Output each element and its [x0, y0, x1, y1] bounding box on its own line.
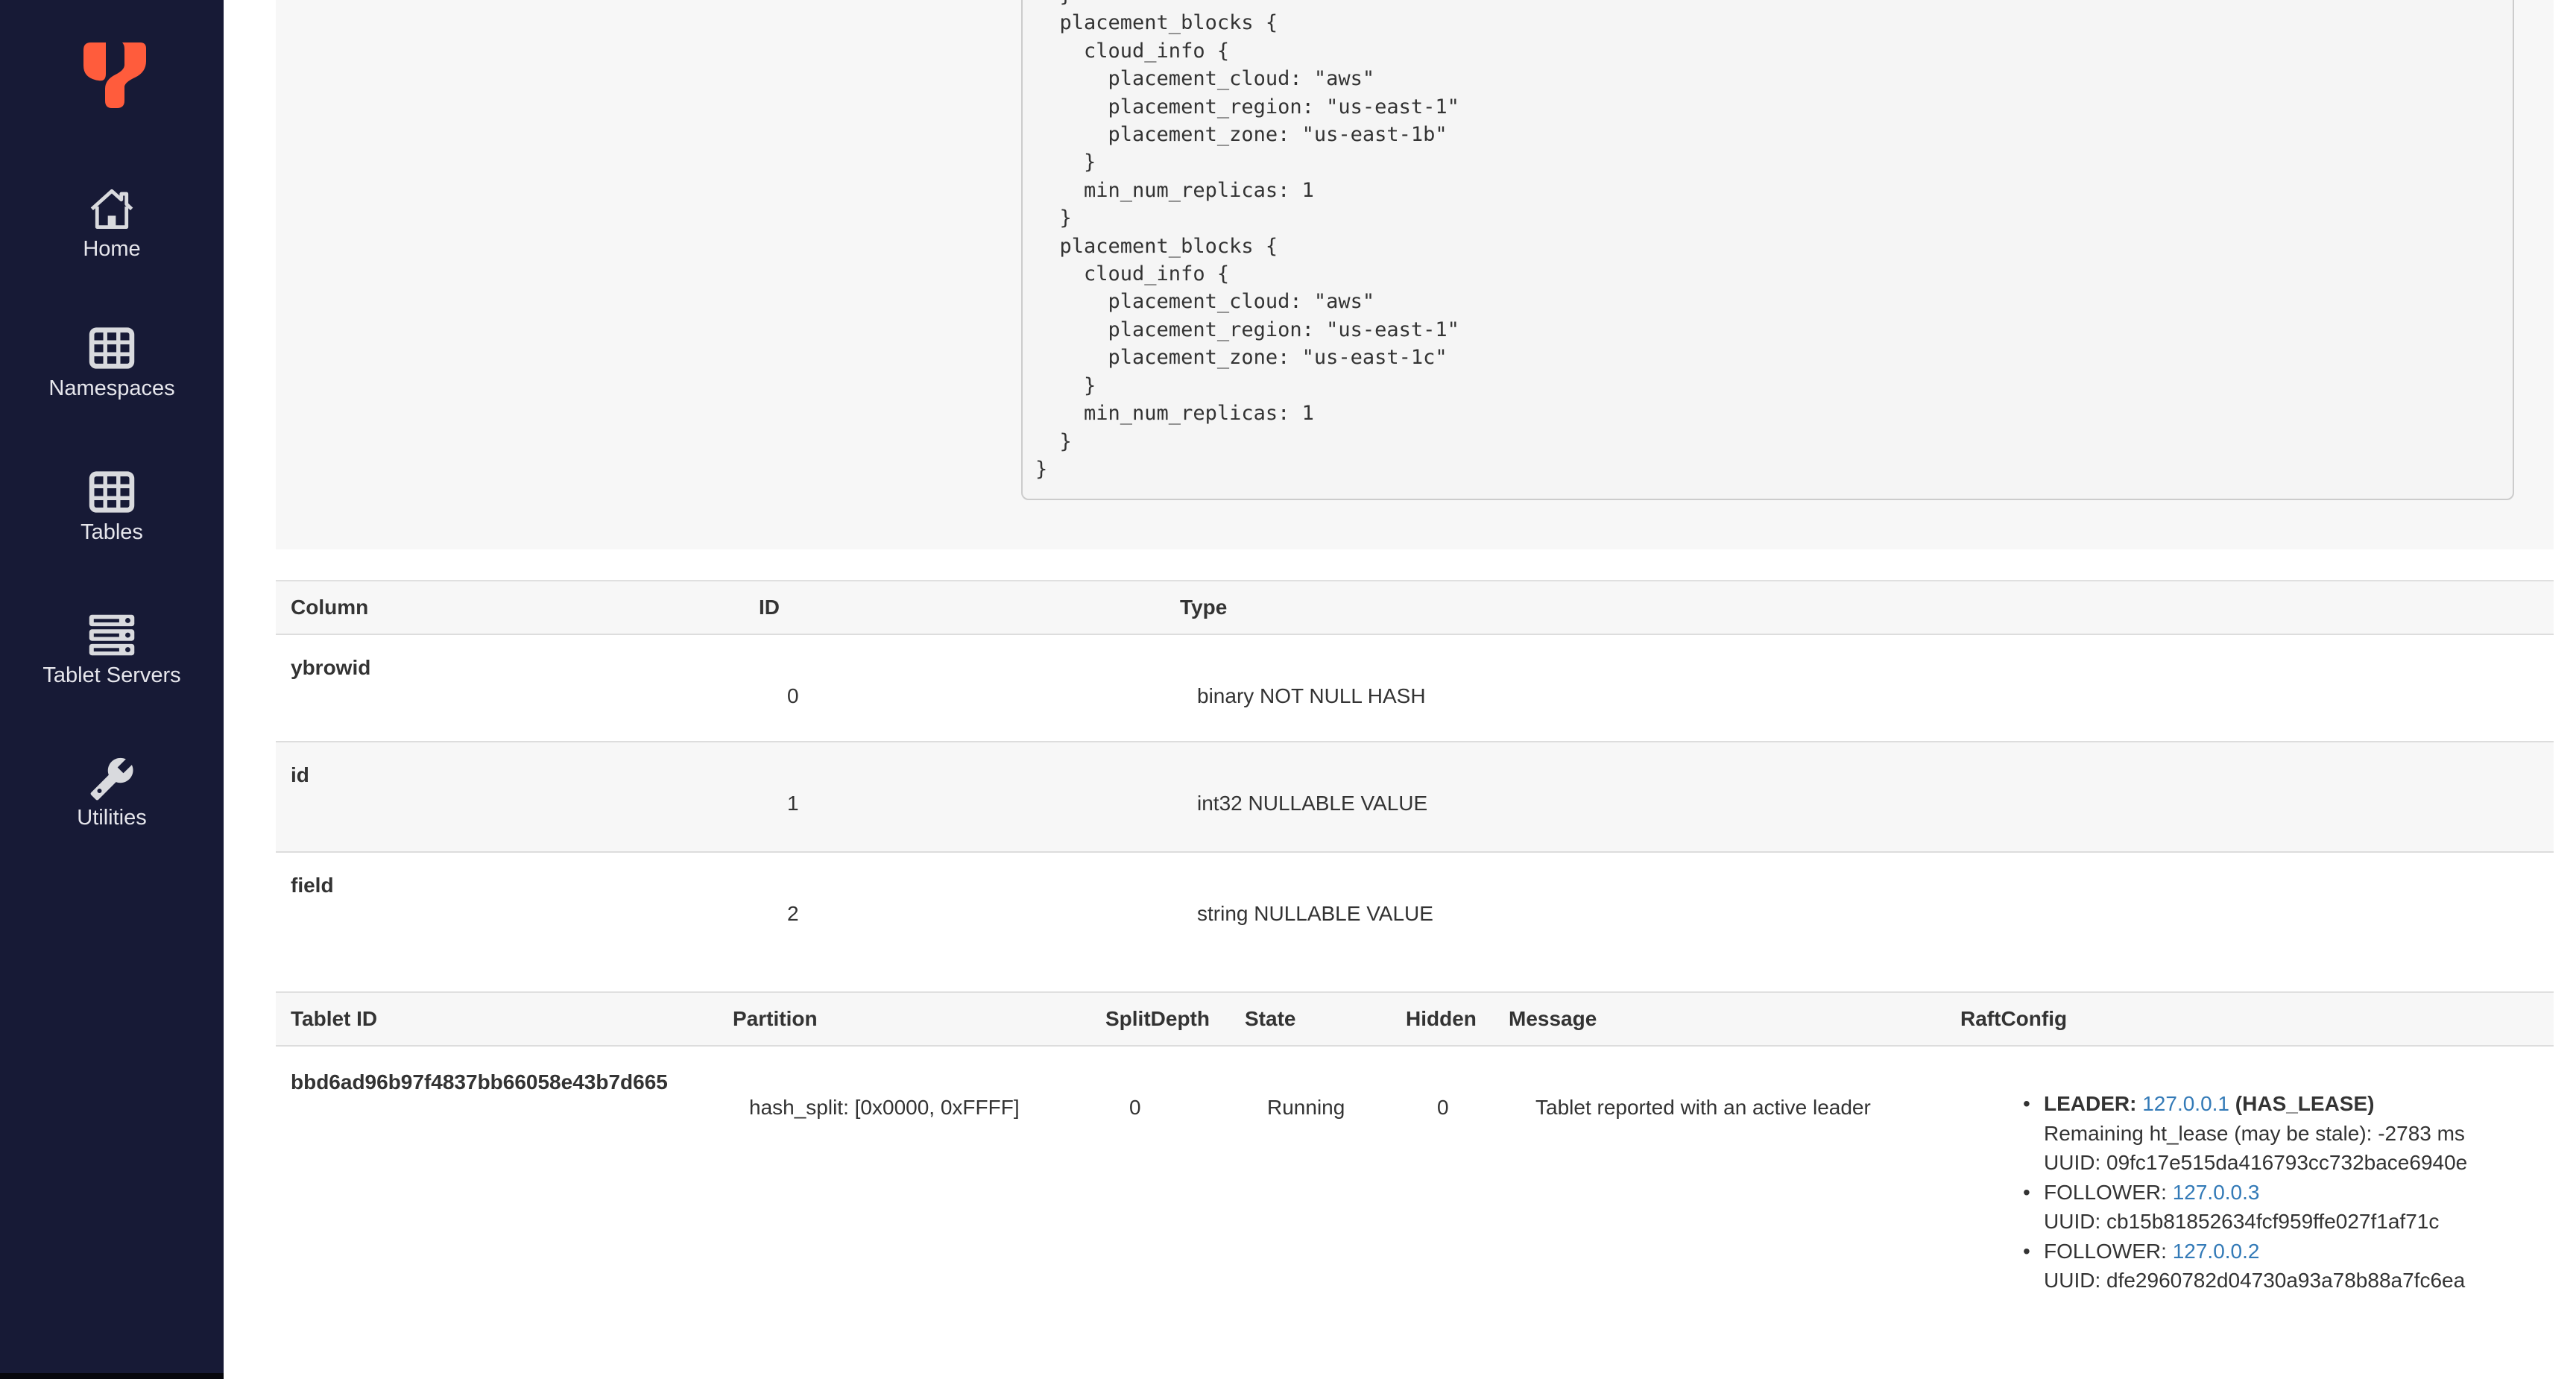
hidden-value: 0 [1437, 1096, 1449, 1119]
state-value: Running [1267, 1096, 1345, 1119]
yugabytedb-master-ui: Home Namespaces Tables Tablet Servers Ut… [0, 0, 2576, 1379]
tablets-table-header: Tablet ID Partition SplitDepth State Hid… [276, 991, 2554, 1047]
sidebar-item-label: Tables [80, 520, 143, 544]
namespaces-grid-icon [0, 326, 224, 370]
tables-grid-icon [0, 470, 224, 514]
sidebar-item-namespaces[interactable]: Namespaces [0, 326, 224, 401]
schema-column-type: int32 NULLABLE VALUE [1197, 792, 1428, 815]
sidebar-item-label: Home [83, 237, 141, 261]
table-row: bbd6ad96b97f4837bb66058e43b7d665 hash_sp… [276, 1047, 2554, 1379]
raft-role-label: FOLLOWER: [2044, 1239, 2167, 1263]
sidebar-item-label: Namespaces [48, 376, 175, 400]
schema-table-header: Column ID Type [276, 580, 2554, 635]
raft-role-label: LEADER: [2044, 1092, 2137, 1115]
schema-column-id: 1 [787, 792, 799, 815]
tablets-table: Tablet ID Partition SplitDepth State Hid… [276, 991, 2554, 1379]
schema-table: Column ID Type ybrowid 0 binary NOT NULL… [276, 580, 2554, 961]
utilities-wrench-icon [0, 756, 224, 801]
table-row: ybrowid 0 binary NOT NULL HASH [276, 635, 2554, 742]
raft-follower-line: FOLLOWER: 127.0.0.3 [2023, 1178, 2554, 1208]
schema-column-name: id [291, 763, 309, 786]
replication-config-code: } placement_blocks { cloud_info { placem… [1021, 0, 2514, 500]
table-row: field 2 string NULLABLE VALUE [276, 853, 2554, 961]
column-header-message: Message [1509, 1007, 1597, 1030]
schema-column-name: field [291, 874, 334, 897]
sidebar-item-label: Utilities [77, 806, 147, 830]
raft-lease-label: (HAS_LEASE) [2235, 1092, 2375, 1115]
message-value: Tablet reported with an active leader [1535, 1096, 1871, 1119]
tablet-id-value: bbd6ad96b97f4837bb66058e43b7d665 [291, 1070, 668, 1094]
raft-leader-uuid: UUID: 09fc17e515da416793cc732bace6940e [2044, 1151, 2468, 1174]
replication-info-panel: } placement_blocks { cloud_info { placem… [276, 0, 2554, 549]
raft-follower-line: FOLLOWER: 127.0.0.2 [2023, 1237, 2554, 1266]
sidebar-item-tablet-servers[interactable]: Tablet Servers [0, 613, 224, 688]
schema-column-type: binary NOT NULL HASH [1197, 684, 1426, 707]
home-icon [0, 187, 224, 230]
column-header-state: State [1245, 1007, 1296, 1030]
tablet-servers-icon [0, 613, 224, 657]
raft-leader-host-link[interactable]: 127.0.0.1 [2142, 1092, 2229, 1115]
column-header-raftconfig: RaftConfig [1960, 1007, 2068, 1030]
raft-follower-uuid: UUID: dfe2960782d04730a93a78b88a7fc6ea [2044, 1269, 2466, 1292]
raft-config-list: LEADER: 127.0.0.1 (HAS_LEASE) Remaining … [1945, 1089, 2554, 1296]
column-header-splitdepth: SplitDepth [1105, 1007, 1210, 1030]
yugabyte-logo[interactable] [78, 40, 149, 110]
sidebar-item-home[interactable]: Home [0, 187, 224, 262]
raft-follower-uuid: UUID: cb15b81852634fcf959ffe027f1af71c [2044, 1210, 2440, 1233]
column-header-type: Type [1180, 596, 1228, 619]
sidebar: Home Namespaces Tables Tablet Servers Ut… [0, 0, 224, 1379]
partition-value: hash_split: [0x0000, 0xFFFF] [749, 1096, 1020, 1119]
schema-column-id: 2 [787, 902, 799, 925]
schema-column-type: string NULLABLE VALUE [1197, 902, 1433, 925]
sidebar-item-tables[interactable]: Tables [0, 470, 224, 545]
splitdepth-value: 0 [1129, 1096, 1141, 1119]
raft-role-label: FOLLOWER: [2044, 1180, 2167, 1204]
column-header-id: ID [759, 596, 780, 619]
column-header-partition: Partition [733, 1007, 818, 1030]
sidebar-item-label: Tablet Servers [42, 663, 181, 687]
raft-leader-ht-lease: Remaining ht_lease (may be stale): -2783… [2044, 1121, 2465, 1145]
raft-follower-host-link[interactable]: 127.0.0.3 [2173, 1181, 2260, 1204]
column-header-hidden: Hidden [1406, 1007, 1477, 1030]
schema-column-name: ybrowid [291, 656, 371, 679]
raft-leader-line: LEADER: 127.0.0.1 (HAS_LEASE) [2023, 1089, 2554, 1119]
column-header-tablet-id: Tablet ID [291, 1007, 378, 1030]
sidebar-bottom-strip [0, 1373, 224, 1379]
raft-config-cell: LEADER: 127.0.0.1 (HAS_LEASE) Remaining … [1945, 1047, 2554, 1379]
column-header-column: Column [291, 596, 369, 619]
yugabyte-logo-icon [83, 42, 146, 108]
sidebar-item-utilities[interactable]: Utilities [0, 756, 224, 830]
raft-follower-host-link[interactable]: 127.0.0.2 [2173, 1240, 2260, 1263]
table-row: id 1 int32 NULLABLE VALUE [276, 742, 2554, 853]
schema-column-id: 0 [787, 684, 799, 707]
